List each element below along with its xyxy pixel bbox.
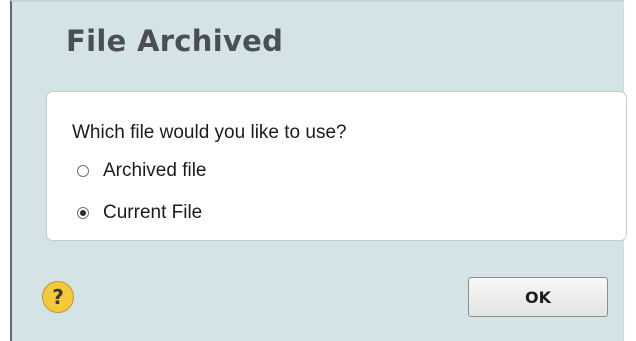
radio-label-archived-file[interactable]: Archived file <box>103 160 207 182</box>
file-archived-dialog: File Archived Which file would you like … <box>10 0 627 341</box>
help-icon-glyph: ? <box>52 285 64 309</box>
question-label: Which file would you like to use? <box>72 122 347 143</box>
radio-button-checked[interactable] <box>77 207 89 219</box>
dialog-title: File Archived <box>66 24 284 58</box>
radio-button-unchecked[interactable] <box>77 165 89 177</box>
help-icon[interactable]: ? <box>42 281 74 313</box>
options-panel: Which file would you like to use? Archiv… <box>46 91 627 241</box>
ok-button[interactable]: OK <box>468 277 608 317</box>
radio-label-current-file[interactable]: Current File <box>103 202 202 224</box>
radio-archived-file[interactable]: Archived file <box>77 159 207 183</box>
radio-current-file[interactable]: Current File <box>77 201 202 225</box>
